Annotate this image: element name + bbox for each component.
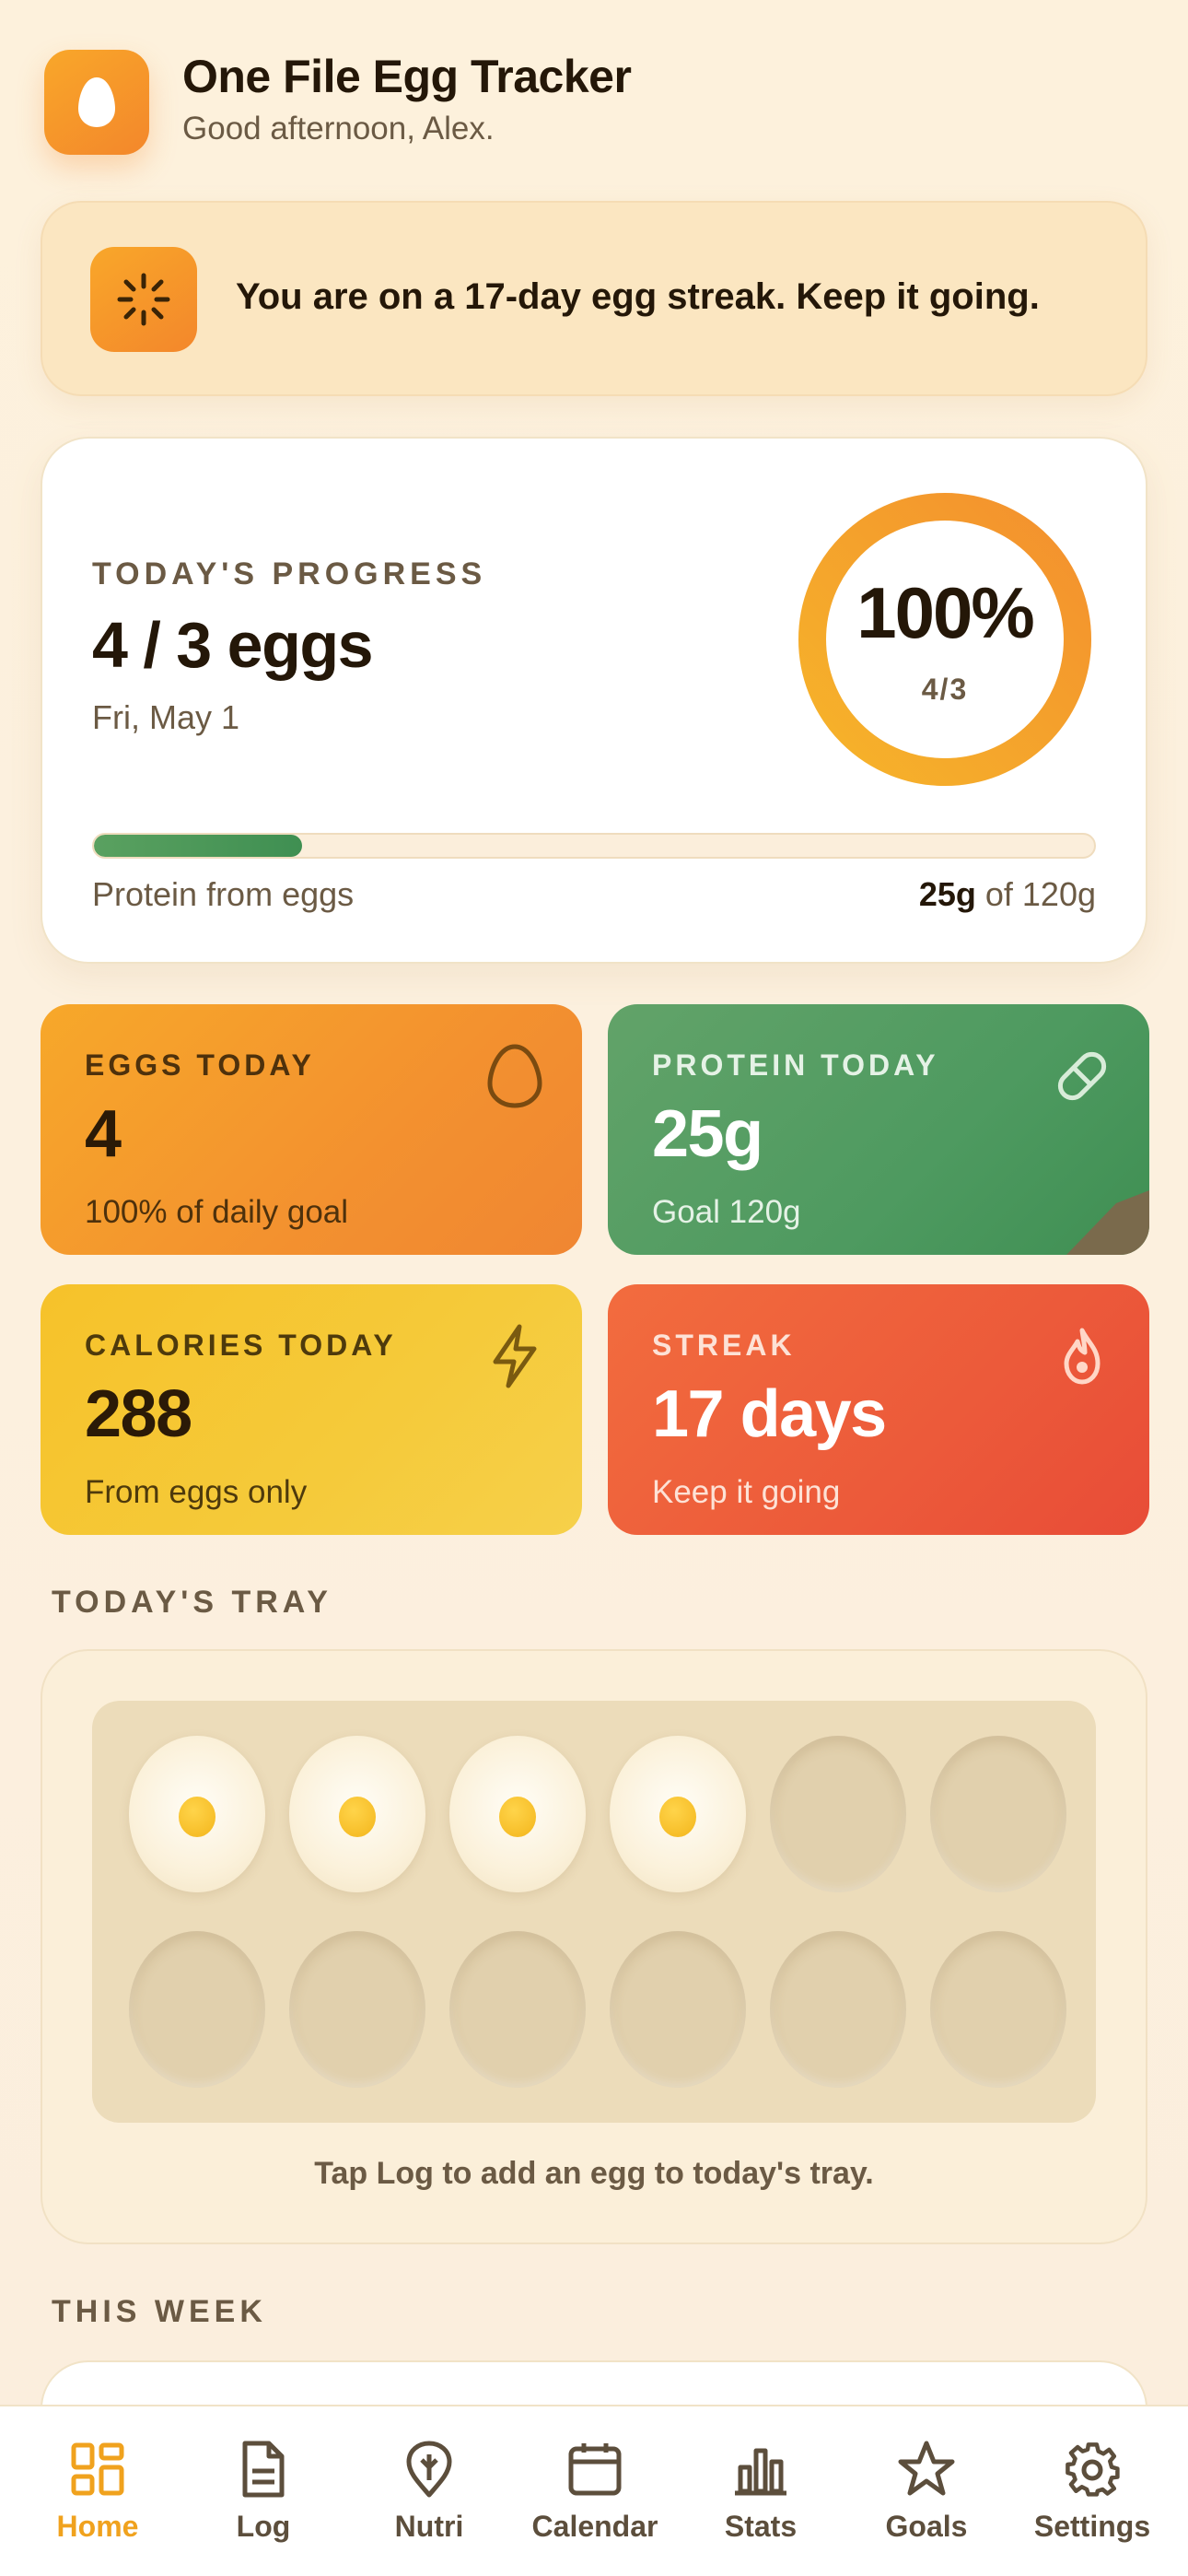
- egg-yolk: [179, 1797, 215, 1837]
- protein-progress-fill: [94, 835, 302, 857]
- tab-label: Stats: [724, 2510, 798, 2543]
- pill-icon: [1057, 1051, 1107, 1101]
- egg-outline-icon: [487, 1044, 542, 1108]
- tab-calendar[interactable]: Calendar: [512, 2440, 678, 2544]
- protein-progress-bar: [92, 833, 1096, 859]
- tile-value: 17 days: [652, 1377, 887, 1451]
- tray-egg: [129, 1736, 265, 1892]
- tab-label: Nutri: [394, 2510, 464, 2543]
- tile-value: 25g: [652, 1097, 763, 1171]
- tile-kicker: PROTEIN TODAY: [652, 1048, 939, 1082]
- protein-amount-value: 25g: [918, 875, 976, 913]
- tray-hint: Tap Log to add an egg to today's tray.: [314, 2156, 874, 2191]
- tray-empty-slot: [449, 1931, 586, 2088]
- gear-icon: [1066, 2442, 1120, 2497]
- app-title: One File Egg Tracker: [182, 51, 632, 102]
- document-icon: [242, 2441, 285, 2498]
- tab-goals[interactable]: Goals: [844, 2440, 1009, 2544]
- tab-label: Home: [56, 2510, 139, 2543]
- progress-value: 4 / 3 eggs: [92, 609, 374, 681]
- streak-tile[interactable]: STREAK 17 days Keep it going: [608, 1284, 1149, 1535]
- calories-today-tile[interactable]: CALORIES TODAY 288 From eggs only: [41, 1284, 582, 1535]
- progress-date: Fri, May 1: [92, 698, 240, 736]
- bar-chart-icon: [735, 2448, 786, 2496]
- egg-yolk: [339, 1797, 376, 1837]
- tile-value: 288: [85, 1377, 192, 1451]
- tab-label: Log: [236, 2510, 291, 2543]
- calendar-icon: [568, 2443, 622, 2496]
- tab-label: Calendar: [531, 2510, 658, 2543]
- home-grid-icon: [71, 2442, 124, 2496]
- tray-empty-slot: [930, 1736, 1066, 1892]
- tray-empty-slot: [129, 1931, 265, 2088]
- tile-corner-fold: [1066, 1190, 1149, 1255]
- protein-amount: 25g of 120g: [919, 875, 1096, 914]
- tile-subtext: Goal 120g: [652, 1194, 801, 1230]
- tile-kicker: CALORIES TODAY: [85, 1329, 397, 1362]
- streak-banner-text: You are on a 17-day egg streak. Keep it …: [236, 276, 1040, 317]
- ring-percent: 100%: [856, 572, 1035, 653]
- tab-stats[interactable]: Stats: [678, 2440, 844, 2544]
- tray-empty-slot: [610, 1931, 746, 2088]
- progress-kicker: TODAY'S PROGRESS: [92, 556, 487, 591]
- egg-tray[interactable]: [92, 1701, 1096, 2123]
- tab-label: Goals: [885, 2510, 968, 2543]
- ring-fraction: 4/3: [921, 673, 969, 706]
- star-icon: [898, 2441, 955, 2496]
- tile-kicker: EGGS TODAY: [85, 1048, 315, 1082]
- lightning-icon: [493, 1324, 537, 1388]
- eggs-today-tile[interactable]: EGGS TODAY 4 100% of daily goal: [41, 1004, 582, 1255]
- tab-label: Settings: [1033, 2510, 1151, 2543]
- sparkle-icon: [117, 273, 170, 326]
- tray-egg: [289, 1736, 425, 1892]
- banner-icon-badge: [90, 247, 197, 352]
- tray-empty-slot: [289, 1931, 425, 2088]
- leaf-pin-icon: [406, 2441, 452, 2498]
- tab-nutri[interactable]: Nutri: [346, 2440, 512, 2544]
- tray-egg: [449, 1736, 586, 1892]
- tile-subtext: From eggs only: [85, 1474, 308, 1510]
- this-week-kicker: THIS WEEK: [52, 2294, 267, 2329]
- tab-home[interactable]: Home: [15, 2440, 181, 2544]
- tray-empty-slot: [930, 1931, 1066, 2088]
- greeting: Good afternoon, Alex.: [182, 111, 495, 146]
- tile-subtext: Keep it going: [652, 1474, 841, 1510]
- egg-icon: [78, 77, 115, 127]
- tile-value: 4: [85, 1097, 122, 1171]
- egg-yolk: [659, 1797, 696, 1837]
- tab-log[interactable]: Log: [181, 2440, 346, 2544]
- flame-icon: [1064, 1328, 1101, 1385]
- protein-today-tile[interactable]: PROTEIN TODAY 25g Goal 120g: [608, 1004, 1149, 1255]
- tile-kicker: STREAK: [652, 1329, 796, 1362]
- tile-subtext: 100% of daily goal: [85, 1194, 349, 1230]
- tray-kicker: TODAY'S TRAY: [52, 1585, 332, 1620]
- tray-egg: [610, 1736, 746, 1892]
- app-icon: [44, 50, 149, 155]
- tray-empty-slot: [770, 1931, 906, 2088]
- protein-label: Protein from eggs: [92, 875, 355, 913]
- tab-settings[interactable]: Settings: [1009, 2440, 1175, 2544]
- protein-amount-total: of 120g: [984, 875, 1096, 913]
- tray-empty-slot: [770, 1736, 906, 1892]
- egg-yolk: [499, 1797, 536, 1837]
